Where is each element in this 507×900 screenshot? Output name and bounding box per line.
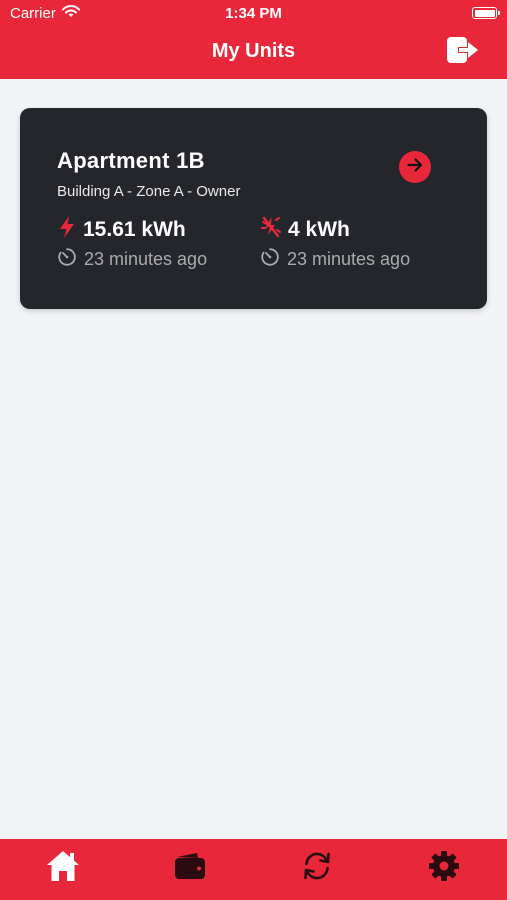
timer-icon (260, 247, 280, 272)
logout-button[interactable] (445, 36, 481, 68)
timer-icon (57, 247, 77, 272)
arrow-right-icon (406, 156, 424, 179)
solar-icon (260, 215, 282, 244)
produced-value: 4 kWh (288, 217, 350, 241)
gear-icon (427, 849, 461, 888)
produced-updated: 23 minutes ago (260, 247, 410, 272)
open-unit-button[interactable] (399, 151, 431, 183)
unit-card[interactable]: Apartment 1B Building A - Zone A - Owner… (20, 108, 487, 309)
produced-energy: 4 kWh (260, 215, 350, 244)
page-title: My Units (211, 40, 296, 62)
produced-updated-label: 23 minutes ago (287, 249, 411, 269)
app-header: Carrier 1:34 PM My Units (0, 0, 507, 79)
tab-settings[interactable] (414, 844, 474, 894)
consumed-updated-label: 23 minutes ago (84, 249, 208, 269)
unit-name: Apartment 1B (57, 148, 205, 173)
tab-home[interactable] (33, 844, 93, 894)
logout-icon (446, 36, 480, 69)
consumed-value: 15.61 kWh (83, 217, 186, 241)
tab-wallet[interactable] (160, 844, 220, 894)
tab-sync[interactable] (287, 844, 347, 894)
home-icon (45, 849, 81, 888)
status-time: 1:34 PM (225, 5, 282, 22)
sync-icon (300, 849, 334, 888)
wallet-icon (173, 851, 207, 886)
lightning-icon (57, 215, 77, 244)
status-bar: Carrier 1:34 PM (0, 0, 507, 28)
consumed-energy: 15.61 kWh (57, 215, 186, 244)
consumed-updated: 23 minutes ago (57, 247, 207, 272)
tab-bar (0, 839, 507, 900)
battery-icon (472, 7, 500, 19)
unit-subtitle: Building A - Zone A - Owner (57, 183, 241, 200)
